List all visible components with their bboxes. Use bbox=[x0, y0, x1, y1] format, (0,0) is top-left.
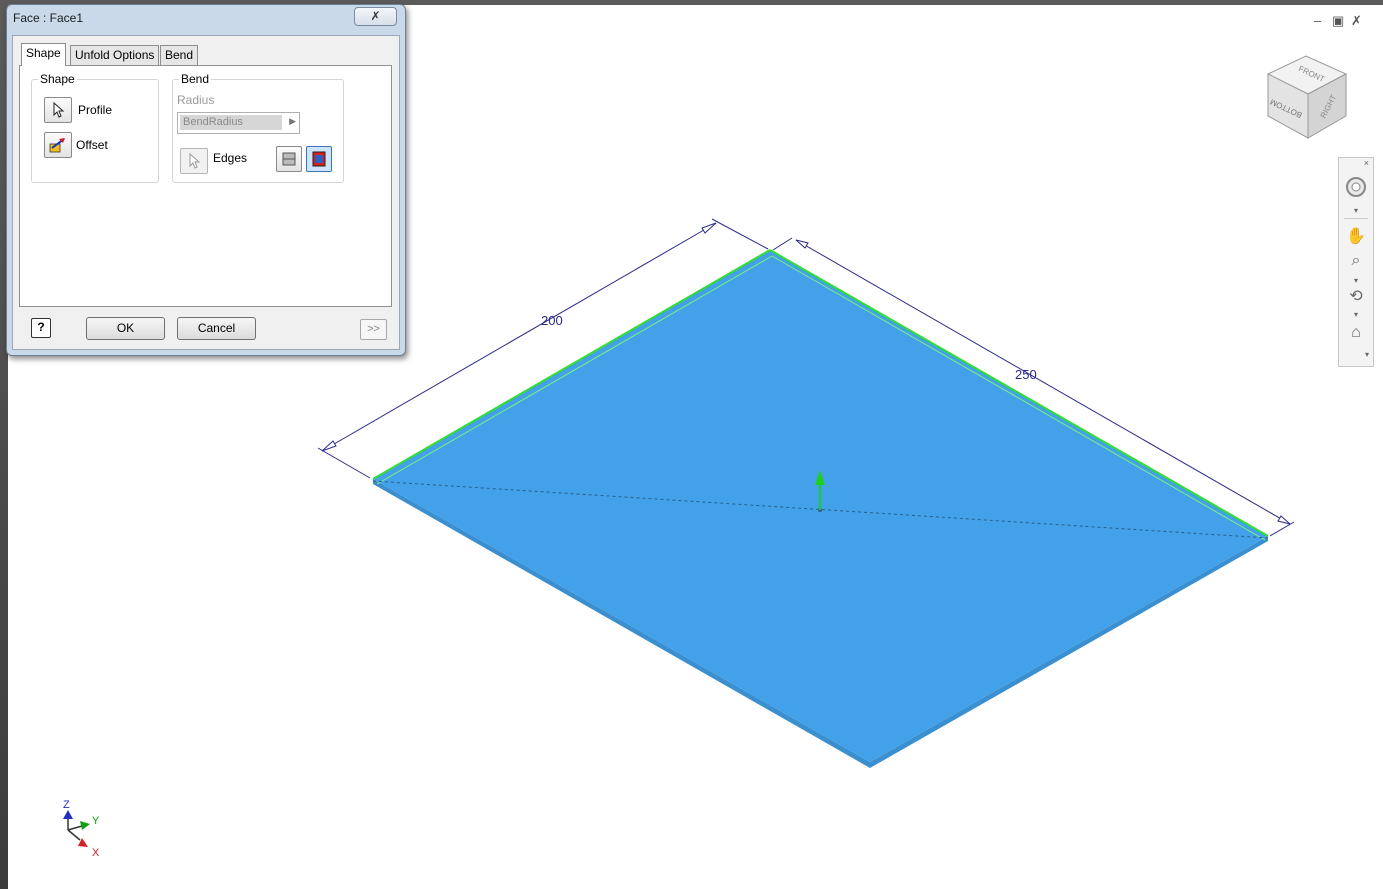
dimension-value-200[interactable]: 200 bbox=[541, 313, 563, 328]
offset-label: Offset bbox=[76, 138, 108, 152]
extension-line-250a bbox=[772, 237, 793, 251]
offset-button[interactable] bbox=[44, 132, 72, 158]
bend-group-label: Bend bbox=[179, 72, 212, 86]
face-dialog: Face : Face1 ✗ Shape Unfold Options Bend… bbox=[6, 4, 406, 356]
shape-group: Shape Profile Offset bbox=[31, 72, 159, 183]
bend-extension-active-icon bbox=[312, 151, 326, 167]
arrowhead-200b bbox=[701, 222, 717, 234]
navigation-bar: × ▾ ✋ ⌕ ▾ ⟲ ▾ ⌂ ▾ bbox=[1338, 157, 1374, 367]
edges-select-button[interactable] bbox=[180, 148, 208, 174]
arrowhead-250a bbox=[795, 239, 809, 249]
z-axis-label: Z bbox=[63, 799, 70, 811]
arrowhead-250b bbox=[1277, 515, 1291, 525]
extension-line-200a bbox=[317, 447, 371, 479]
dropdown-arrow-icon: ▶ bbox=[289, 116, 296, 126]
extension-line-250b bbox=[1269, 521, 1295, 537]
pan-hand-icon[interactable]: ✋ bbox=[1339, 226, 1373, 246]
y-axis-label: Y bbox=[92, 815, 100, 827]
shape-group-label: Shape bbox=[38, 72, 77, 86]
look-at-icon[interactable]: ⌂ bbox=[1339, 324, 1373, 342]
zoom-dropdown-icon[interactable]: ▾ bbox=[1339, 276, 1373, 285]
edges-label: Edges bbox=[213, 151, 248, 165]
restore-icon[interactable]: ▣ bbox=[1332, 13, 1344, 29]
extension-line-200b bbox=[711, 218, 769, 250]
orbit-dropdown-icon[interactable]: ▾ bbox=[1339, 310, 1373, 319]
more-options-button[interactable]: >> bbox=[360, 319, 387, 340]
navbar-divider bbox=[1344, 218, 1368, 219]
cursor-arrow-disabled-icon bbox=[189, 152, 201, 169]
tab-unfold-options[interactable]: Unfold Options bbox=[70, 45, 160, 65]
navbar-menu-icon[interactable]: ▾ bbox=[1339, 350, 1369, 359]
dialog-body: Shape Unfold Options Bend Shape Profile … bbox=[12, 35, 400, 350]
dialog-close-button[interactable]: ✗ bbox=[354, 7, 397, 26]
help-button[interactable]: ? bbox=[31, 318, 51, 338]
y-axis-icon bbox=[80, 821, 90, 830]
bend-extension-on-button[interactable] bbox=[306, 146, 332, 172]
navbar-close-icon[interactable]: × bbox=[1339, 158, 1369, 168]
tab-panel-shape: Shape Profile Offset Bend Radius Edges B… bbox=[19, 65, 392, 307]
steering-wheel-icon[interactable] bbox=[1339, 176, 1373, 201]
tab-bend[interactable]: Bend bbox=[160, 45, 199, 65]
minimize-icon[interactable]: – bbox=[1314, 13, 1321, 28]
orbit-icon[interactable]: ⟲ bbox=[1339, 286, 1373, 306]
radius-label: Radius bbox=[177, 93, 215, 107]
cancel-button[interactable]: Cancel bbox=[177, 317, 256, 340]
dropdown-arrow-icon[interactable]: ▾ bbox=[1339, 206, 1373, 215]
bend-extension-off-button[interactable] bbox=[276, 146, 302, 172]
offset-icon bbox=[49, 138, 65, 153]
zoom-icon[interactable]: ⌕ bbox=[1339, 252, 1373, 270]
cursor-arrow-icon bbox=[53, 101, 65, 118]
bend-extension-icon bbox=[282, 152, 296, 166]
radius-dropdown[interactable]: BendRadius ▶ bbox=[177, 112, 300, 134]
tab-shape[interactable]: Shape bbox=[21, 43, 66, 66]
x-axis-label: X bbox=[92, 847, 100, 859]
dialog-title: Face : Face1 bbox=[13, 11, 84, 25]
close-viewport-icon[interactable]: ✗ bbox=[1351, 13, 1362, 29]
viewcube[interactable]: FRONT BOTTOM RIGHT bbox=[1258, 52, 1358, 144]
arrowhead-200a bbox=[321, 440, 337, 452]
coordinate-triad: Z Y X bbox=[63, 799, 100, 859]
dimension-value-250[interactable]: 250 bbox=[1015, 367, 1037, 382]
ok-button[interactable]: OK bbox=[86, 317, 165, 340]
z-axis-icon bbox=[63, 810, 73, 819]
radius-value: BendRadius bbox=[180, 115, 282, 130]
profile-select-button[interactable] bbox=[44, 97, 72, 123]
profile-label: Profile bbox=[78, 103, 113, 117]
